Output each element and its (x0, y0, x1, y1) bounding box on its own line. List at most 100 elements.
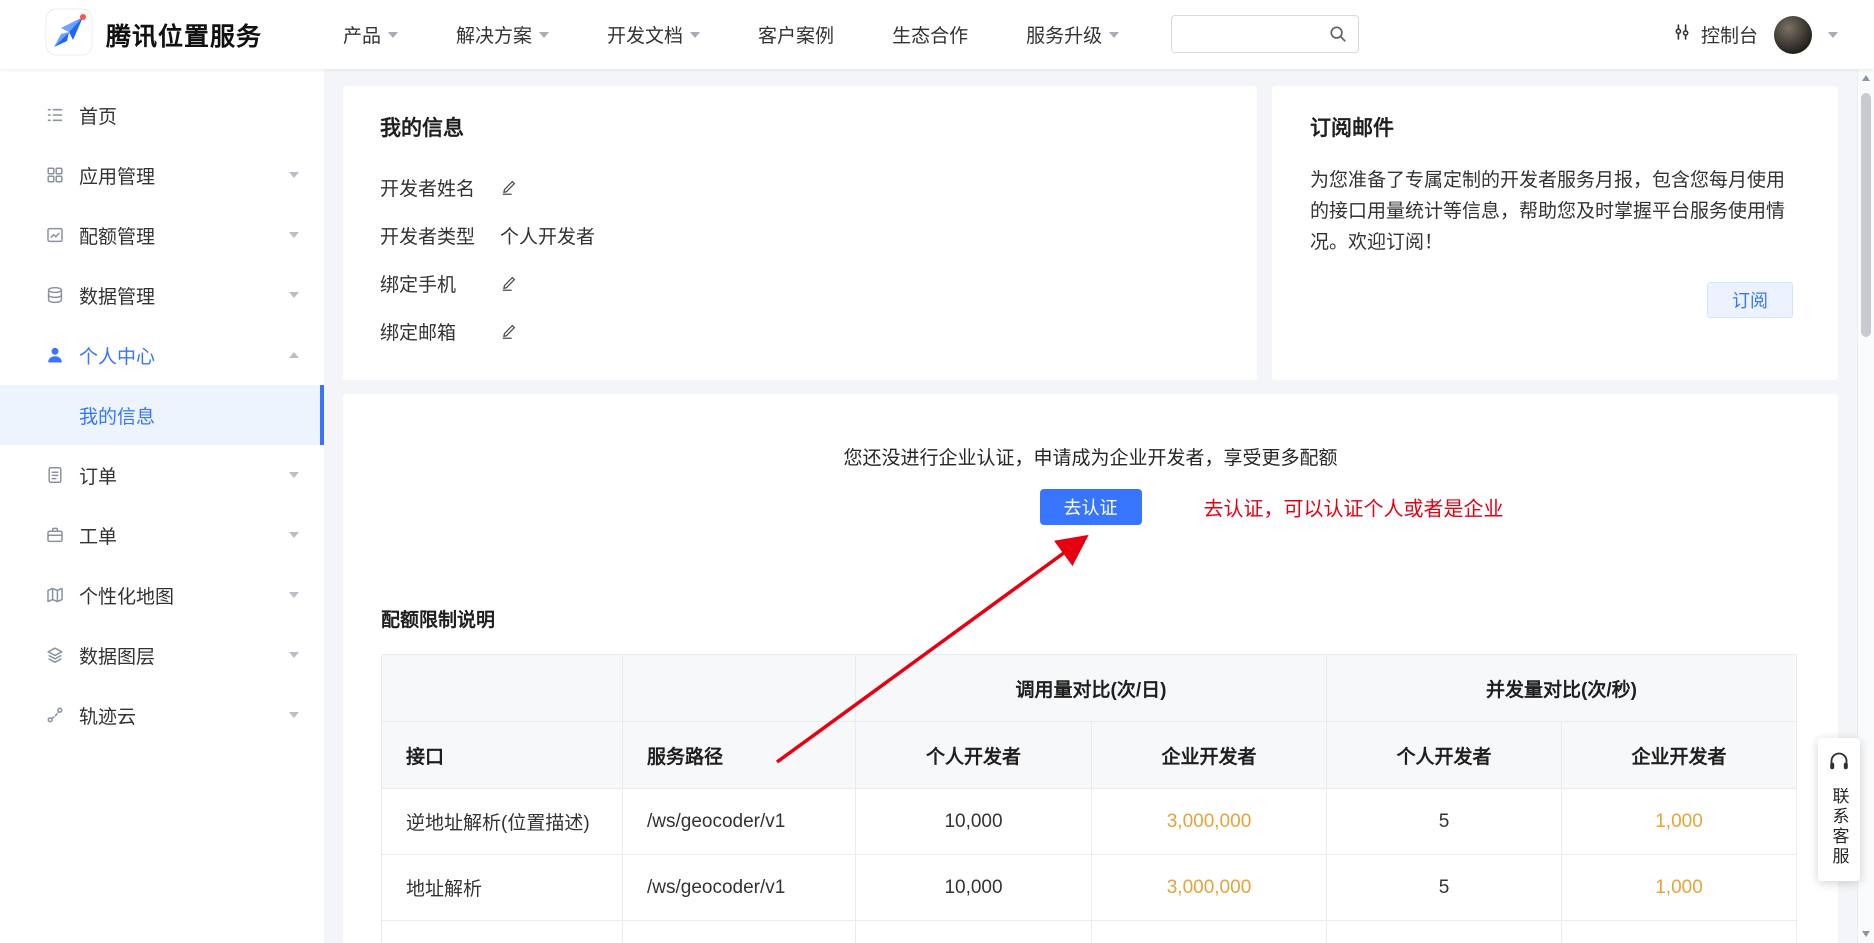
sidebar-item-track-cloud[interactable]: 轨迹云 (0, 685, 324, 745)
console-sliders-icon (1672, 22, 1692, 48)
edit-pencil-icon[interactable] (500, 322, 518, 340)
nav-item-label: 解决方案 (456, 21, 532, 48)
chevron-down-icon[interactable] (1828, 32, 1838, 38)
table-cell-path: /ws/place/v1/search (623, 921, 856, 943)
table-cell: 3,000,000 (1092, 789, 1327, 855)
table-cell: 10,000 (856, 921, 1092, 943)
top-navigation: 产品 解决方案 开发文档 客户案例 生态合作 服务升级 (343, 21, 1119, 48)
topbar-right: 控制台 (1672, 0, 1838, 69)
table-cell-api: 地点搜索 (382, 921, 623, 943)
chevron-down-icon (539, 32, 549, 38)
nav-item-label: 生态合作 (892, 21, 968, 48)
table-cell: 5 (1327, 789, 1562, 855)
subscribe-card-body: 为您准备了专属定制的开发者服务月报，包含您每月使用的接口用量统计等信息，帮助您及… (1310, 166, 1800, 258)
sidebar-item-data-management[interactable]: 数据管理 (0, 265, 324, 325)
search-icon[interactable] (1328, 24, 1358, 44)
contact-support-button[interactable]: 联系客服 (1818, 738, 1860, 881)
edit-pencil-icon[interactable] (500, 178, 518, 196)
document-icon (45, 465, 65, 485)
chevron-down-icon (289, 232, 299, 238)
quota-table: 调用量对比(次/日) 并发量对比(次/秒) 接口 服务路径 个人开发者 企业开发… (381, 654, 1797, 943)
nav-item-label: 服务升级 (1026, 21, 1102, 48)
avatar[interactable] (1774, 16, 1812, 54)
nav-item-customer-cases[interactable]: 客户案例 (758, 21, 834, 48)
scrollbar-up-arrow[interactable] (1862, 75, 1870, 81)
sidebar-subitem-my-info[interactable]: 我的信息 (0, 385, 324, 445)
profile-card-title: 我的信息 (380, 112, 1220, 142)
chevron-down-icon (289, 712, 299, 718)
database-icon (45, 285, 65, 305)
nav-item-dev-docs[interactable]: 开发文档 (607, 21, 700, 48)
sidebar-item-quota-management[interactable]: 配额管理 (0, 205, 324, 265)
subscribe-card: 订阅邮件 为您准备了专属定制的开发者服务月报，包含您每月使用的接口用量统计等信息… (1272, 86, 1838, 380)
brand-logo-icon (45, 8, 93, 61)
table-row: 地址解析 /ws/geocoder/v1 10,000 3,000,000 5 … (382, 855, 1797, 921)
sidebar-item-data-layers[interactable]: 数据图层 (0, 625, 324, 685)
nav-item-service-upgrade[interactable]: 服务升级 (1026, 21, 1119, 48)
brand-home-link[interactable]: 腾讯位置服务 (0, 8, 343, 61)
subscribe-card-title: 订阅邮件 (1310, 112, 1800, 142)
search-input[interactable] (1172, 24, 1328, 44)
go-certify-button[interactable]: 去认证 (1040, 489, 1142, 525)
sidebar-item-work-orders[interactable]: 工单 (0, 505, 324, 565)
chevron-down-icon (388, 32, 398, 38)
table-row: 地点搜索 /ws/place/v1/search 10,000 500,000 … (382, 921, 1797, 943)
sidebar-item-personal-center[interactable]: 个人中心 (0, 325, 324, 385)
table-cell: 5 (1327, 921, 1562, 943)
brand-title: 腾讯位置服务 (106, 17, 262, 53)
certification-quota-card: 您还没进行企业认证，申请成为企业开发者，享受更多配额 去认证 去认证，可以认证个… (343, 394, 1838, 943)
scrollbar-down-arrow[interactable] (1862, 931, 1870, 937)
topbar: 腾讯位置服务 产品 解决方案 开发文档 客户案例 生态合作 服务升级 (0, 0, 1874, 69)
table-cell: 500,000 (1092, 921, 1327, 943)
chevron-up-icon (289, 352, 299, 358)
route-icon (45, 705, 65, 725)
profile-row-label: 绑定邮箱 (380, 318, 500, 345)
table-column-header-row: 接口 服务路径 个人开发者 企业开发者 个人开发者 企业开发者 (382, 722, 1797, 789)
profile-card: 我的信息 开发者姓名 开发者类型 个人开发者 绑定手机 (343, 86, 1257, 380)
sidebar-item-custom-map[interactable]: 个性化地图 (0, 565, 324, 625)
chevron-down-icon (289, 652, 299, 658)
scrollbar-thumb[interactable] (1861, 93, 1871, 337)
nav-item-ecosystem[interactable]: 生态合作 (892, 21, 968, 48)
table-cell: 5 (1327, 855, 1562, 921)
console-link[interactable]: 控制台 (1672, 21, 1758, 48)
chevron-down-icon (289, 292, 299, 298)
table-header-cell: 企业开发者 (1092, 722, 1327, 789)
headset-icon (1827, 750, 1851, 779)
briefcase-icon (45, 525, 65, 545)
sidebar-item-home[interactable]: 首页 (0, 85, 324, 145)
sidebar-item-label: 工单 (79, 522, 275, 549)
nav-item-label: 开发文档 (607, 21, 683, 48)
sidebar-item-label: 轨迹云 (79, 702, 275, 729)
apps-grid-icon (45, 165, 65, 185)
table-cell: 1,000 (1562, 789, 1797, 855)
chevron-down-icon (289, 532, 299, 538)
table-header-empty-cell (623, 655, 856, 722)
chart-icon (45, 225, 65, 245)
sidebar-subitem-label: 我的信息 (79, 402, 155, 429)
edit-pencil-icon[interactable] (500, 274, 518, 292)
sidebar-item-label: 个性化地图 (79, 582, 275, 609)
table-header-cell: 接口 (382, 722, 623, 789)
table-cell-api: 逆地址解析(位置描述) (382, 789, 623, 855)
list-icon (45, 105, 65, 125)
table-header-cell: 服务路径 (623, 722, 856, 789)
sidebar-item-orders[interactable]: 订单 (0, 445, 324, 505)
nav-item-solutions[interactable]: 解决方案 (456, 21, 549, 48)
sidebar-item-label: 数据管理 (79, 282, 275, 309)
table-header-cell: 个人开发者 (856, 722, 1092, 789)
profile-row-type: 开发者类型 个人开发者 (380, 220, 1220, 250)
subscribe-button[interactable]: 订阅 (1707, 282, 1793, 318)
quota-section-title: 配额限制说明 (381, 605, 1838, 632)
table-group-header-daily: 调用量对比(次/日) (856, 655, 1327, 722)
profile-row-label: 开发者类型 (380, 222, 500, 249)
nav-item-products[interactable]: 产品 (343, 21, 398, 48)
table-header-empty-cell (382, 655, 623, 722)
chevron-down-icon (289, 592, 299, 598)
table-group-header-qps: 并发量对比(次/秒) (1327, 655, 1797, 722)
profile-row-phone: 绑定手机 (380, 268, 1220, 298)
profile-row-label: 开发者姓名 (380, 174, 500, 201)
profile-row-value: 个人开发者 (500, 222, 595, 249)
sidebar-item-app-management[interactable]: 应用管理 (0, 145, 324, 205)
page: 腾讯位置服务 产品 解决方案 开发文档 客户案例 生态合作 服务升级 (0, 0, 1874, 943)
